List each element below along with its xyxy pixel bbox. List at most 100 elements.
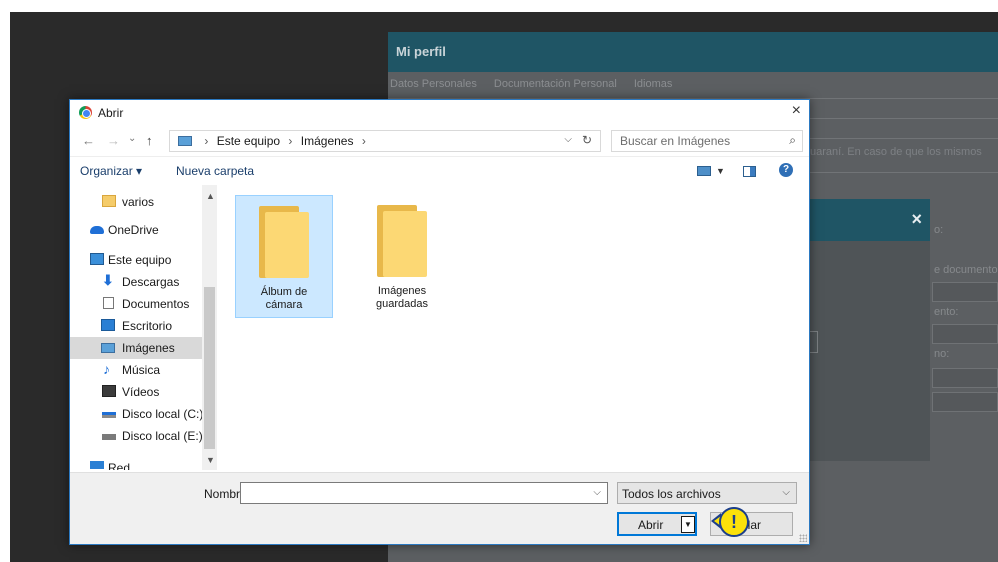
sidebar-item-label: Disco local (C:) [122,407,204,421]
breadcrumb-this-pc[interactable]: Este equipo [217,134,280,148]
computer-icon [90,253,104,265]
close-icon[interactable]: × [792,102,801,120]
download-icon: ⬇ [102,272,114,288]
videos-icon [102,385,116,397]
forward-arrow-icon[interactable]: → [107,133,120,148]
sidebar-item-label: Red [108,461,131,470]
back-arrow-icon[interactable]: ← [82,133,95,148]
dialog-titlebar: Abrir × [70,100,809,126]
navigation-bar: ← → ⌄ ↑ › Este equipo › Imágenes › ⌵ ↻ B… [70,126,809,156]
background-label: e documento [934,264,998,276]
scrollbar-thumb[interactable] [204,287,215,449]
up-arrow-icon[interactable]: ↑ [146,133,153,148]
folder-name-line: Imágenes [377,285,427,297]
chevron-down-icon[interactable]: ▼ [716,166,725,176]
exclamation-icon: ! [719,507,749,537]
sidebar-item-drive-c[interactable]: Disco local (C:) [70,403,204,425]
breadcrumb-pictures[interactable]: Imágenes [301,134,354,148]
background-tab-languages: Idiomas [633,78,673,90]
folder-icon [102,195,116,207]
background-label: ento: [934,306,959,318]
filetype-value: Todos los archivos [622,487,721,501]
sidebar-item-label: Música [122,363,161,377]
background-input [932,282,998,302]
folder-icon [377,205,427,277]
folder-item-saved-pictures[interactable]: Imágenes guardadas [353,195,451,318]
background-input [932,368,998,388]
sidebar-item-varios[interactable]: varios [70,191,202,213]
open-file-dialog: Abrir × ← → ⌄ ↑ › Este equipo › Imágenes… [69,99,810,545]
refresh-icon[interactable]: ↻ [582,133,592,147]
pictures-icon [101,343,115,353]
folder-name: Álbum de cámara [236,286,332,312]
warning-callout: ! [711,507,751,537]
network-icon [90,461,104,469]
folder-item-camera-roll[interactable]: Álbum de cámara [235,195,333,318]
recent-locations-icon[interactable]: ⌄ [128,133,136,144]
sidebar-scrollbar[interactable]: ▲ ▼ [202,185,217,470]
breadcrumb-separator: › [204,134,209,148]
search-icon[interactable]: ⌕ [789,133,796,148]
folder-name: Imágenes guardadas [353,285,451,311]
filename-input[interactable] [241,483,581,503]
sidebar-item-music[interactable]: ♪ Música [70,359,202,381]
chevron-down-icon[interactable]: ⌵ [593,487,601,498]
background-tabs: Datos Personales Documentación Personal … [388,72,998,96]
onedrive-icon [90,226,104,234]
open-button[interactable]: Abrir ▼ [617,512,697,536]
search-placeholder: Buscar en Imágenes [620,134,731,148]
sidebar-item-label: Imágenes [122,341,175,355]
filetype-select[interactable]: Todos los archivos ⌵ [617,482,797,504]
sidebar-item-label: OneDrive [108,223,159,237]
sidebar-item-onedrive[interactable]: OneDrive [70,219,202,241]
sidebar-item-label: Este equipo [108,253,172,267]
filename-field[interactable]: ⌵ [240,482,608,504]
sidebar-item-downloads[interactable]: ⬇ Descargas [70,271,202,293]
sidebar-item-desktop[interactable]: Escritorio [70,315,202,337]
background-label: no: [934,348,950,360]
breadcrumb-separator: › [361,134,366,148]
sidebar-item-network[interactable]: Red [70,457,202,470]
chevron-down-icon[interactable]: ▼ [206,455,215,465]
documents-icon [103,297,114,309]
background-modal-close-icon: × [911,209,922,229]
sidebar-item-documents[interactable]: Documentos [70,293,202,315]
sidebar-item-drive-e[interactable]: Disco local (E:) [70,425,203,447]
music-icon: ♪ [103,361,110,377]
background-modal: × [808,199,930,461]
folder-name-line: cámara [265,299,303,311]
background-modal-header: × [808,199,930,241]
chevron-up-icon[interactable]: ▲ [206,191,215,201]
new-folder-button[interactable]: Nueva carpeta [176,164,254,178]
folder-icon [259,206,309,278]
background-tab-personal: Datos Personales [390,78,477,90]
background-label: o: [934,224,944,236]
background-tab-documents: Documentación Personal [493,78,617,90]
background-notice: uaraní. En caso de que los mismos [810,146,982,158]
view-options-icon[interactable] [697,166,711,176]
dialog-body: varios OneDrive Este equipo ⬇ Descargas … [70,185,809,470]
sidebar-item-label: varios [122,195,155,209]
open-button-label: Abrir [638,518,664,532]
sidebar-item-pictures[interactable]: Imágenes [70,337,202,359]
sidebar-item-this-pc[interactable]: Este equipo [70,249,202,271]
chrome-icon [79,106,92,119]
desktop-icon [101,319,115,331]
open-options-dropdown-icon[interactable]: ▼ [681,516,695,533]
background-input [932,324,998,344]
organize-button[interactable]: Organizar ▾ [80,164,142,178]
resize-grip-icon[interactable] [799,534,807,542]
sidebar-item-videos[interactable]: Vídeos [70,381,202,403]
address-bar[interactable]: › Este equipo › Imágenes › ⌵ ↻ [169,130,601,152]
sidebar-item-label: Descargas [122,275,180,289]
chevron-down-icon[interactable]: ⌵ [782,487,790,498]
sidebar-item-label: Disco local (E:) [122,429,203,443]
search-input[interactable]: Buscar en Imágenes ⌕ [611,130,803,152]
drive-icon [102,412,116,418]
sidebar-item-label: Documentos [122,297,190,311]
preview-pane-icon[interactable] [743,166,756,177]
chevron-down-icon[interactable]: ⌵ [564,134,572,145]
navigation-pane: varios OneDrive Este equipo ⬇ Descargas … [70,185,218,470]
background-input [932,392,998,412]
help-icon[interactable]: ? [779,163,793,177]
